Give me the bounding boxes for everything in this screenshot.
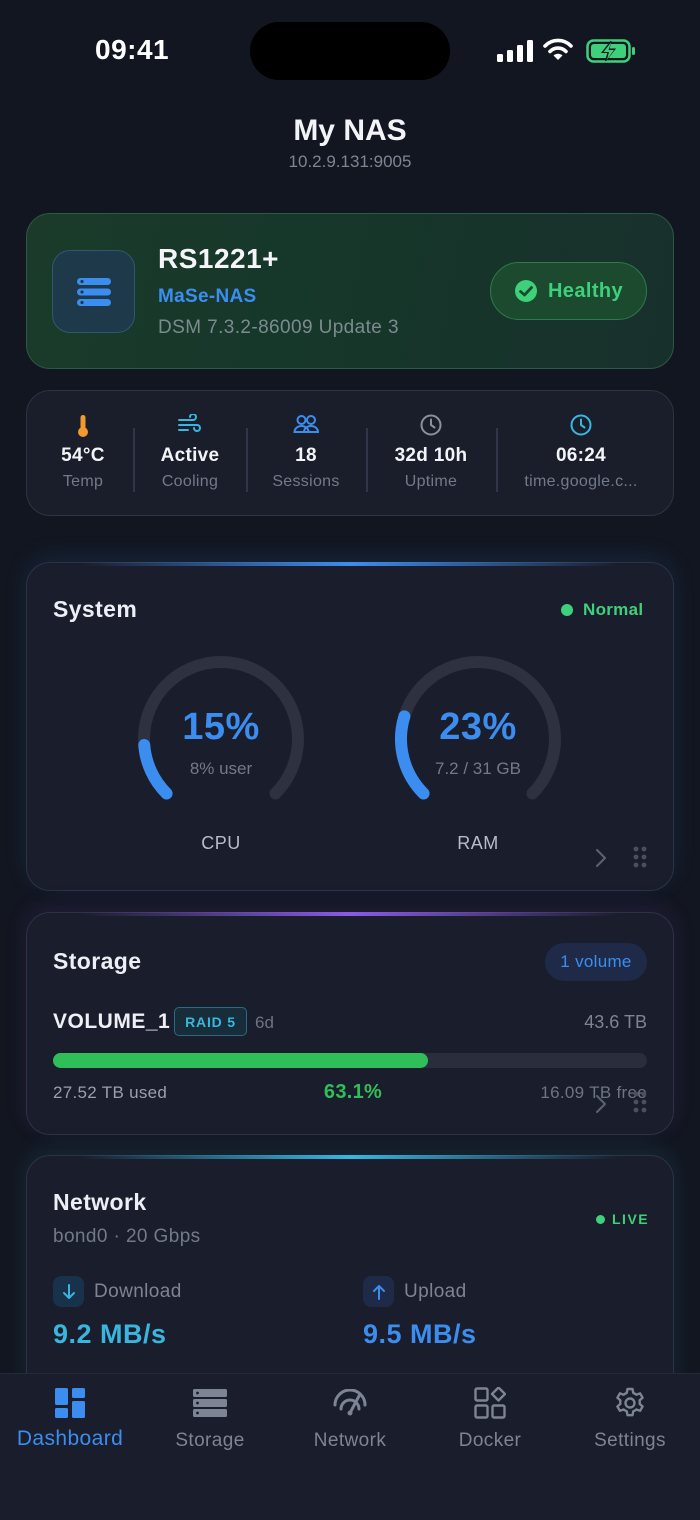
upload-rate: 9.5 MB/s — [363, 1319, 477, 1349]
volume-free: 16.09 TB free — [540, 1083, 647, 1102]
health-label: Healthy — [547, 279, 624, 302]
divider — [133, 428, 135, 492]
tab-network[interactable]: Network — [280, 1386, 420, 1452]
clock-icon — [570, 414, 592, 436]
docker-icon — [474, 1387, 506, 1419]
tab-label: Dashboard — [16, 1427, 124, 1450]
tab-label: Storage — [175, 1430, 245, 1451]
server-icon — [52, 250, 135, 333]
drag-handle-icon[interactable] — [632, 1090, 648, 1114]
download-rate: 9.2 MB/s — [53, 1319, 167, 1349]
volume-count-badge: 1 volume — [545, 943, 647, 981]
system-title: System — [53, 596, 138, 622]
device-model: RS1221+ — [158, 243, 280, 274]
nas-address: 10.2.9.131:9005 — [288, 152, 412, 171]
cellular-signal-icon — [497, 40, 533, 62]
stat-value: 32d 10h — [394, 445, 468, 466]
dashboard-icon — [55, 1388, 85, 1418]
status-time: 09:41 — [95, 34, 170, 65]
stat-label: Uptime — [404, 473, 458, 490]
stat-value: 18 — [295, 445, 317, 466]
page-title: My NAS — [293, 114, 407, 147]
network-interface: bond0 · 20 Gbps — [53, 1226, 201, 1248]
network-icon — [333, 1389, 367, 1416]
health-badge: Healthy — [490, 262, 647, 320]
stat-value: 54°C — [61, 445, 105, 466]
device-hostname: MaSe-NAS — [158, 286, 257, 307]
stat-value: 06:24 — [555, 445, 607, 466]
system-status-label: Normal — [583, 600, 644, 619]
dynamic-island — [250, 22, 450, 80]
storage-icon — [193, 1389, 227, 1417]
upload-arrow-icon — [363, 1276, 394, 1307]
volume-percent: 63.1% — [323, 1081, 383, 1103]
stat-time-sync: 06:24 time.google.c... — [506, 414, 656, 491]
raid-badge: RAID 5 — [174, 1007, 247, 1036]
stat-label: time.google.c... — [524, 473, 638, 490]
stat-sessions: 18 Sessions — [256, 414, 356, 491]
stat-value: Active — [160, 445, 220, 466]
download-arrow-icon — [53, 1276, 84, 1307]
divider — [366, 428, 368, 492]
drag-handle-icon[interactable] — [632, 845, 648, 869]
live-label: LIVE — [612, 1211, 650, 1227]
stat-label: Sessions — [272, 473, 340, 490]
card-accent — [80, 562, 620, 566]
tab-dashboard[interactable]: Dashboard — [0, 1386, 140, 1451]
storage-title: Storage — [53, 948, 142, 974]
interface-name: bond0 — [53, 1226, 108, 1247]
gear-icon — [616, 1387, 644, 1417]
live-indicator: LIVE — [596, 1211, 649, 1227]
tab-label: Docker — [458, 1430, 522, 1451]
wifi-icon — [543, 38, 573, 60]
divider — [246, 428, 248, 492]
volume-used: 27.52 TB used — [53, 1083, 168, 1102]
stat-label: Temp — [62, 473, 104, 490]
system-status: Normal — [561, 600, 643, 620]
users-icon — [293, 415, 319, 433]
battery-charging-icon — [586, 39, 635, 63]
interface-speed: 20 Gbps — [125, 1226, 201, 1247]
clock-icon — [420, 414, 442, 436]
download-label: Download — [94, 1281, 182, 1302]
chevron-right-icon[interactable] — [594, 1094, 608, 1114]
tab-storage[interactable]: Storage — [140, 1386, 280, 1452]
network-title: Network — [53, 1189, 147, 1215]
chevron-right-icon[interactable] — [594, 848, 608, 868]
dsm-version: DSM 7.3.2-86009 Update 3 — [158, 317, 399, 338]
ram-value: 23% — [439, 706, 517, 748]
ram-sub: 7.2 / 31 GB — [435, 759, 521, 778]
card-accent — [80, 912, 620, 916]
thermometer-icon — [78, 415, 88, 437]
separator-dot: · — [113, 1226, 126, 1247]
status-dot — [561, 604, 573, 616]
stat-cooling: Active Cooling — [140, 414, 240, 491]
cpu-sub: 8% user — [189, 759, 253, 778]
wind-icon — [178, 414, 201, 432]
volume-age: 6d — [255, 1013, 274, 1032]
check-circle-icon — [514, 280, 537, 302]
tab-settings[interactable]: Settings — [560, 1386, 700, 1452]
volume-total: 43.6 TB — [584, 1012, 647, 1032]
upload-label: Upload — [404, 1281, 467, 1302]
volume-name: VOLUME_1 — [53, 1010, 171, 1033]
live-dot — [596, 1214, 605, 1224]
cpu-label: CPU — [201, 833, 241, 853]
stat-temp: 54°C Temp — [43, 414, 123, 491]
tab-label: Network — [313, 1430, 387, 1451]
volume-usage-bar — [53, 1053, 428, 1068]
tab-label: Settings — [594, 1430, 666, 1451]
stat-uptime: 32d 10h Uptime — [376, 414, 486, 491]
tab-docker[interactable]: Docker — [420, 1386, 560, 1452]
cpu-value: 15% — [182, 706, 260, 748]
stat-label: Cooling — [161, 473, 219, 490]
card-accent — [80, 1155, 620, 1159]
divider — [496, 428, 498, 492]
ram-label: RAM — [457, 833, 499, 853]
